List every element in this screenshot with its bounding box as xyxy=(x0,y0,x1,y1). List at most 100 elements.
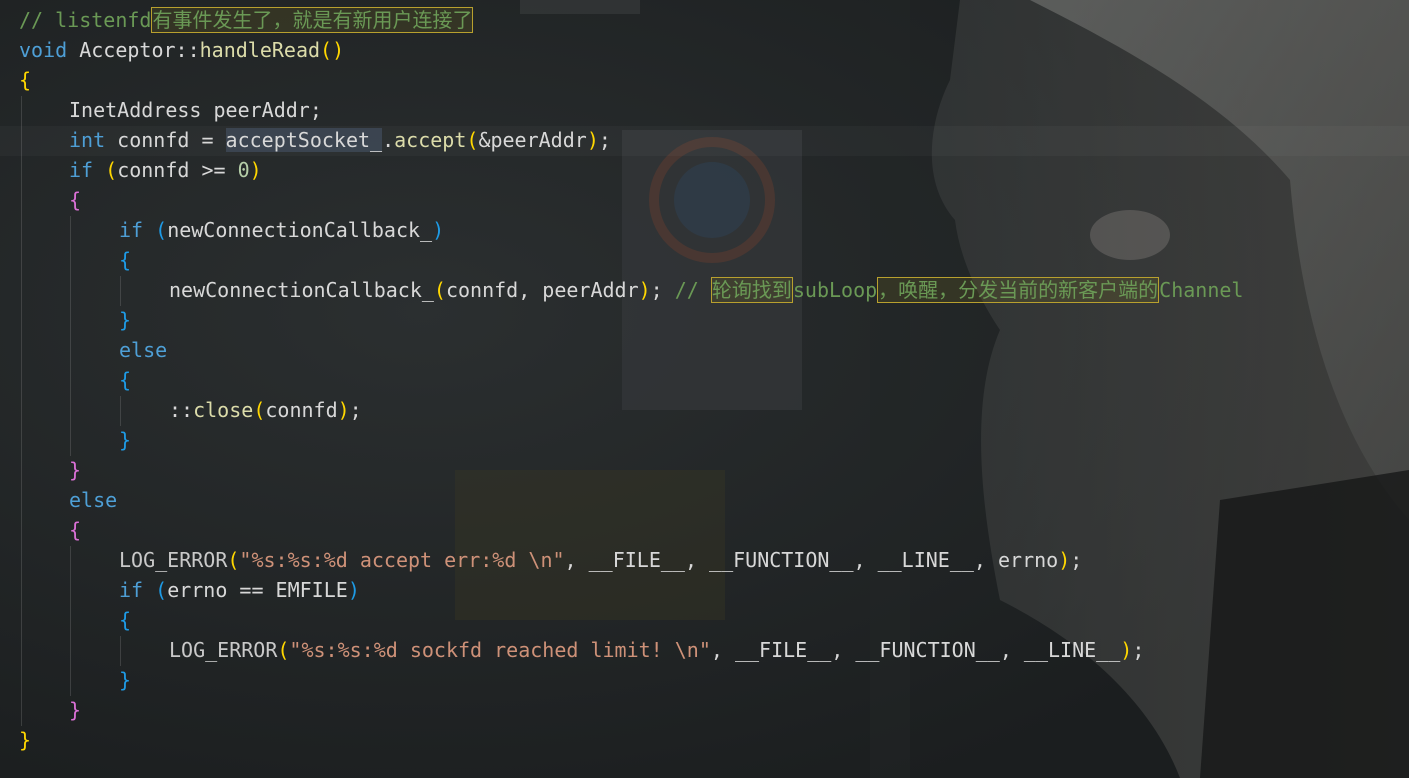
code-token: ) xyxy=(638,278,651,302)
code-line-12[interactable]: else xyxy=(119,335,167,365)
code-token: ( xyxy=(253,398,266,422)
code-token: // listenfd xyxy=(19,8,152,32)
code-token: errno == EMFILE xyxy=(167,578,348,602)
code-token: ) xyxy=(586,128,599,152)
code-token: ; xyxy=(1132,638,1145,662)
code-line-21[interactable]: { xyxy=(119,605,131,635)
code-token: ( xyxy=(155,218,168,242)
code-token: } xyxy=(19,728,32,752)
code-token: ) xyxy=(249,158,262,182)
code-token: ) xyxy=(1120,638,1133,662)
code-token: :: xyxy=(169,398,194,422)
code-token: ( xyxy=(466,128,479,152)
code-token: ( xyxy=(227,548,240,572)
code-token: ( xyxy=(105,158,118,182)
code-token: "%s:%s:%d sockfd reached limit! \n" xyxy=(289,638,711,662)
code-line-5[interactable]: int connfd = acceptSocket_.accept(&peerA… xyxy=(69,125,611,155)
code-token: connfd xyxy=(265,398,338,422)
code-line-24[interactable]: } xyxy=(69,695,81,725)
code-line-18[interactable]: { xyxy=(69,515,81,545)
code-token: { xyxy=(119,248,132,272)
code-token: close xyxy=(193,398,254,422)
code-token: else xyxy=(69,488,118,512)
code-line-4[interactable]: InetAddress peerAddr; xyxy=(69,95,322,125)
code-editor[interactable]: // listenfd有事件发生了，就是有新用户连接了 void Acceptor… xyxy=(0,0,1409,778)
code-token: ( xyxy=(155,578,168,602)
code-token: . xyxy=(382,128,395,152)
code-token: // xyxy=(674,278,711,302)
code-token: else xyxy=(119,338,168,362)
code-token: ，唤醒，分发当前的新客户端的 xyxy=(877,277,1160,303)
code-line-2[interactable]: void Acceptor::handleRead() xyxy=(19,35,344,65)
code-token: ; xyxy=(650,278,675,302)
code-token: InetAddress peerAddr; xyxy=(69,98,322,122)
code-line-8[interactable]: if (newConnectionCallback_) xyxy=(119,215,444,245)
code-token: ; xyxy=(598,128,611,152)
code-token: ) xyxy=(1058,548,1071,572)
code-token: ) xyxy=(432,218,445,242)
code-token: int xyxy=(69,128,106,152)
code-line-17[interactable]: else xyxy=(69,485,117,515)
code-token: ( xyxy=(433,278,446,302)
code-token: 轮询找到 xyxy=(710,277,793,303)
code-token: ; xyxy=(1070,548,1083,572)
code-line-11[interactable]: } xyxy=(119,305,131,335)
code-token: acceptSocket_ xyxy=(225,128,383,152)
code-line-13[interactable]: { xyxy=(119,365,131,395)
code-line-19[interactable]: LOG_ERROR("%s:%s:%d accept err:%d \n", _… xyxy=(119,545,1082,575)
code-line-25[interactable]: } xyxy=(19,725,31,755)
code-token: 有事件发生了，就是有新用户连接了 xyxy=(151,7,474,33)
code-token: ; xyxy=(349,398,362,422)
code-token: LOG_ERROR xyxy=(119,548,228,572)
code-line-20[interactable]: if (errno == EMFILE) xyxy=(119,575,360,605)
code-token: { xyxy=(19,68,32,92)
code-token: connfd >= xyxy=(117,158,238,182)
code-token: if xyxy=(119,578,144,602)
code-token: LOG_ERROR xyxy=(169,638,278,662)
code-token: void xyxy=(19,38,68,62)
code-token: { xyxy=(69,188,82,212)
code-token: , __FILE__, __FUNCTION__, __LINE__ xyxy=(710,638,1121,662)
code-token: () xyxy=(320,38,345,62)
code-line-7[interactable]: { xyxy=(69,185,81,215)
code-token: handleRead xyxy=(199,38,321,62)
code-token: if xyxy=(119,218,144,242)
code-token: , __FILE__, __FUNCTION__, __LINE__, errn… xyxy=(564,548,1059,572)
code-line-9[interactable]: { xyxy=(119,245,131,275)
code-line-3[interactable]: { xyxy=(19,65,31,95)
code-token: if xyxy=(69,158,94,182)
code-token: } xyxy=(119,668,132,692)
code-token: &peerAddr xyxy=(478,128,587,152)
code-token: { xyxy=(69,518,82,542)
code-token: { xyxy=(119,368,132,392)
code-token: ) xyxy=(337,398,350,422)
code-line-10[interactable]: newConnectionCallback_(connfd, peerAddr)… xyxy=(169,275,1243,305)
code-line-15[interactable]: } xyxy=(119,425,131,455)
code-token: connfd, peerAddr xyxy=(445,278,639,302)
code-token: ( xyxy=(277,638,290,662)
code-token: { xyxy=(119,608,132,632)
code-line-1[interactable]: // listenfd有事件发生了，就是有新用户连接了 xyxy=(19,5,474,35)
code-line-22[interactable]: LOG_ERROR("%s:%s:%d sockfd reached limit… xyxy=(169,635,1144,665)
code-token: subLoop xyxy=(792,278,878,302)
code-token: Channel xyxy=(1159,278,1244,302)
code-line-6[interactable]: if (connfd >= 0) xyxy=(69,155,262,185)
code-token: Acceptor:: xyxy=(67,38,200,62)
code-token: 0 xyxy=(237,158,250,182)
code-token: connfd = xyxy=(105,128,226,152)
code-token: } xyxy=(69,458,82,482)
code-token: } xyxy=(69,698,82,722)
code-token: newConnectionCallback_ xyxy=(169,278,434,302)
code-token: ) xyxy=(347,578,360,602)
code-token: } xyxy=(119,428,132,452)
code-token: accept xyxy=(394,128,467,152)
code-line-14[interactable]: ::close(connfd); xyxy=(169,395,362,425)
code-token: "%s:%s:%d accept err:%d \n" xyxy=(239,548,565,572)
code-line-16[interactable]: } xyxy=(69,455,81,485)
code-line-23[interactable]: } xyxy=(119,665,131,695)
code-token: } xyxy=(119,308,132,332)
code-token: newConnectionCallback_ xyxy=(167,218,433,242)
